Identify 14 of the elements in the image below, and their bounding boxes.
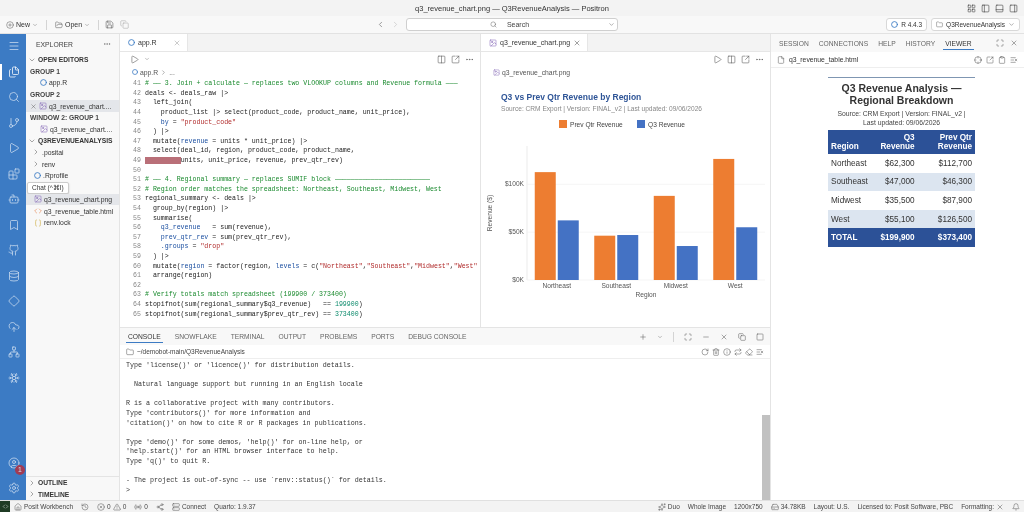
- total-cell: TOTAL: [828, 228, 871, 247]
- report-title: Q3 Revenue Analysis — Regional Breakdown: [840, 82, 963, 106]
- total-cell: $373,400: [917, 228, 975, 247]
- table-cell: Northeast: [828, 154, 871, 173]
- table-cell: $87,900: [917, 191, 975, 210]
- table-cell: $112,700: [917, 154, 975, 173]
- chart-title: Q3 vs Prev Qtr Revenue by Region: [501, 92, 642, 102]
- table-cell: $62,300: [870, 154, 918, 173]
- column-header: Region: [828, 130, 871, 154]
- table-cell: $35,500: [870, 191, 918, 210]
- table-cell: Midwest: [828, 191, 871, 210]
- column-header: Prev Qtr Revenue: [917, 130, 975, 154]
- column-header: Q3 Revenue: [870, 130, 918, 154]
- total-cell: $199,900: [870, 228, 918, 247]
